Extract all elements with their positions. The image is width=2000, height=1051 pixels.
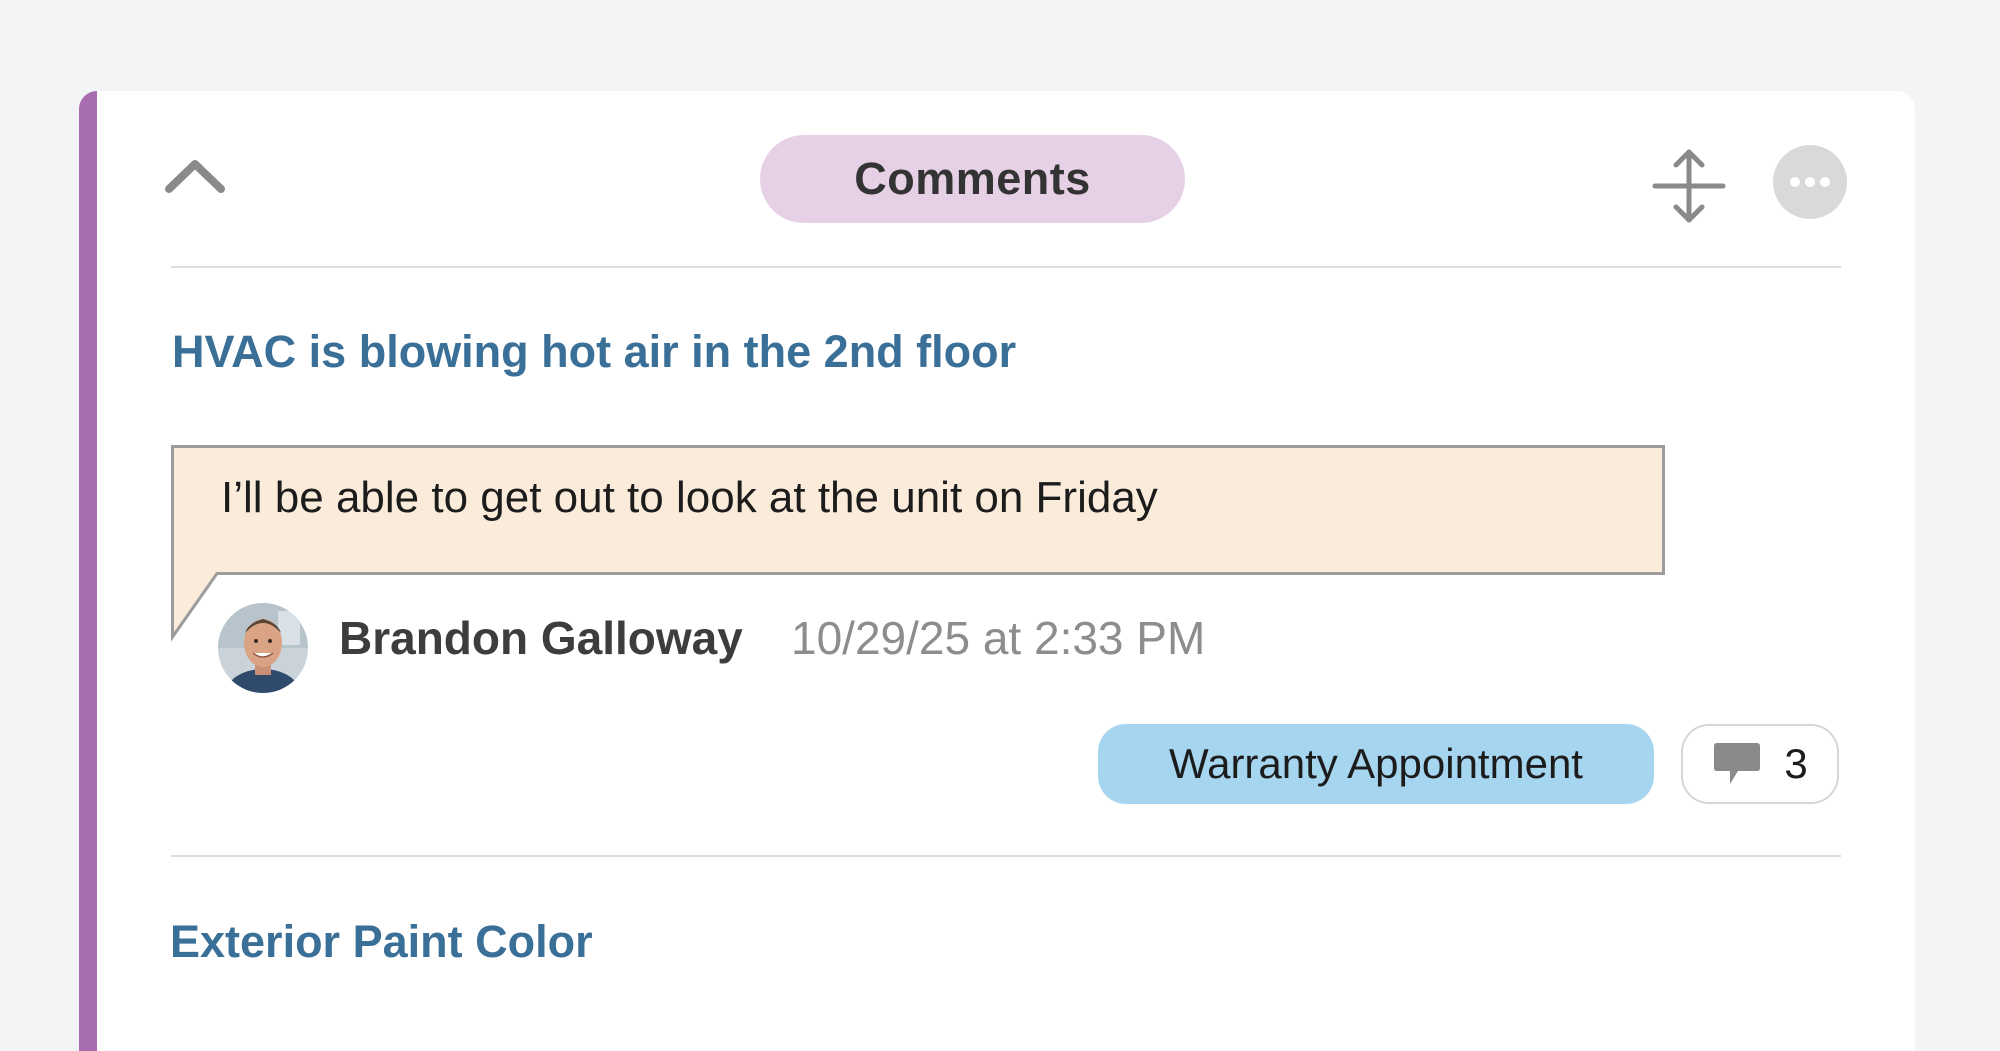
- chevron-up-icon: [165, 160, 225, 193]
- thread-title[interactable]: Exterior Paint Color: [170, 916, 593, 968]
- comment-bubble-icon: [1714, 743, 1761, 784]
- collapse-button[interactable]: [155, 146, 235, 206]
- comment-timestamp: 10/29/25 at 2:33 PM: [791, 612, 1206, 664]
- avatar: [218, 603, 308, 693]
- expand-vertical-icon: [1652, 149, 1726, 223]
- comment-text: I’ll be able to get out to look at the u…: [221, 473, 1158, 522]
- header-divider: [171, 266, 1841, 268]
- thread-title[interactable]: HVAC is blowing hot air in the 2nd floor: [172, 326, 1016, 378]
- more-horizontal-icon: [1790, 177, 1830, 187]
- thread-divider: [171, 855, 1841, 857]
- tag-badge[interactable]: Warranty Appointment: [1098, 724, 1654, 804]
- user-avatar: [218, 603, 308, 693]
- more-options-button[interactable]: [1773, 145, 1847, 219]
- reply-count: 3: [1784, 740, 1808, 787]
- panel-accent-bar: [79, 91, 97, 1051]
- comments-panel: Comments HVAC is blowing hot air in the …: [79, 91, 1915, 1051]
- comment-author: Brandon Galloway: [339, 612, 743, 664]
- panel-title: Comments: [760, 135, 1185, 223]
- reply-count-button[interactable]: 3: [1681, 724, 1839, 804]
- expand-button[interactable]: [1649, 146, 1729, 226]
